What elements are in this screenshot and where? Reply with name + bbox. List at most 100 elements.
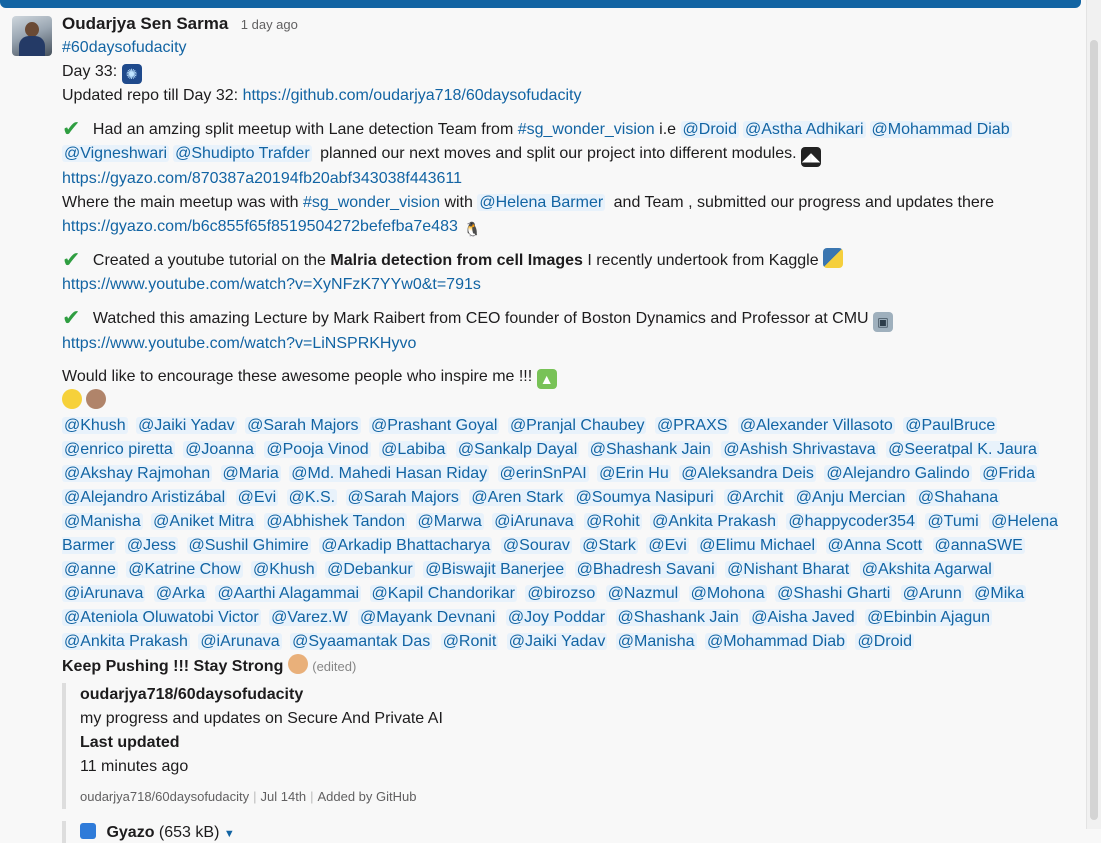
mention[interactable]: @Astha Adhikari — [743, 121, 866, 138]
mention[interactable]: @Nazmul — [605, 585, 681, 602]
mention[interactable]: @Manisha — [615, 633, 697, 650]
mention[interactable]: @Sushil Ghimire — [186, 537, 311, 554]
mention[interactable]: @Alejandro Galindo — [824, 465, 972, 482]
mention[interactable]: @Katrine Chow — [126, 561, 243, 578]
mention[interactable]: @birozso — [525, 585, 598, 602]
mention[interactable]: @Nishant Bharat — [725, 561, 852, 578]
mention[interactable]: @PRAXS — [654, 417, 730, 434]
gyazo-link-2[interactable]: https://gyazo.com/b6c855f65f8519504272be… — [62, 218, 458, 235]
mention[interactable]: @happycoder354 — [786, 513, 917, 530]
mention[interactable]: @Joanna — [183, 441, 256, 458]
mention[interactable]: @Manisha — [62, 513, 143, 530]
mention[interactable]: @Shudipto Trafder — [173, 145, 312, 162]
mention[interactable]: @Evi — [235, 489, 279, 506]
mention[interactable]: @Arunn — [900, 585, 964, 602]
mention[interactable]: @Ebinbin Ajagun — [865, 609, 993, 626]
mention[interactable]: @Pranjal Chaubey — [507, 417, 647, 434]
mention[interactable]: @annaSWE — [932, 537, 1025, 554]
mention[interactable]: @Khush — [251, 561, 317, 578]
mention[interactable]: @Sankalp Dayal — [455, 441, 580, 458]
mention[interactable]: @anne — [62, 561, 118, 578]
mention[interactable]: @Jaiki Yadav — [136, 417, 237, 434]
mention[interactable]: @Kapil Chandorikar — [369, 585, 517, 602]
mention[interactable]: @Soumya Nasipuri — [573, 489, 716, 506]
mention[interactable]: @iArunava — [62, 585, 146, 602]
mention[interactable]: @Frida — [980, 465, 1037, 482]
mention[interactable]: @Maria — [220, 465, 281, 482]
mention[interactable]: @Debankur — [325, 561, 415, 578]
mention[interactable]: @Shashank Jain — [587, 441, 713, 458]
mention[interactable]: @Prashant Goyal — [368, 417, 500, 434]
footer-date[interactable]: Jul 14th — [261, 789, 307, 804]
mention[interactable]: @Mohammad Diab — [869, 121, 1012, 138]
mention[interactable]: @Droid — [855, 633, 914, 650]
mention[interactable]: @Syaamantak Das — [290, 633, 433, 650]
mention[interactable]: @Rohit — [584, 513, 642, 530]
mention[interactable]: @Ashish Shrivastava — [721, 441, 878, 458]
mention[interactable]: @Tumi — [925, 513, 981, 530]
youtube-link-1[interactable]: https://www.youtube.com/watch?v=XyNFzK7Y… — [62, 276, 481, 293]
mention[interactable]: @Aniket Mitra — [151, 513, 256, 530]
mention[interactable]: @Ronit — [440, 633, 499, 650]
mention[interactable]: @Arkadip Bhattacharya — [319, 537, 493, 554]
mention[interactable]: @Akshita Agarwal — [859, 561, 994, 578]
mention[interactable]: @K.S. — [286, 489, 338, 506]
mention[interactable]: @Arka — [153, 585, 207, 602]
mention[interactable]: @PaulBruce — [903, 417, 998, 434]
mention[interactable]: @iArunava — [198, 633, 282, 650]
mention[interactable]: @Sarah Majors — [345, 489, 461, 506]
mention[interactable]: @Ateniola Oluwatobi Victor — [62, 609, 261, 626]
mention[interactable]: @Aleksandra Deis — [679, 465, 816, 482]
mention[interactable]: @iArunava — [492, 513, 576, 530]
mention[interactable]: @Anju Mercian — [793, 489, 908, 506]
timestamp[interactable]: 1 day ago — [241, 17, 298, 32]
footer-repo[interactable]: oudarjya718/60daysofudacity — [80, 789, 249, 804]
mention[interactable]: @Stark — [580, 537, 638, 554]
youtube-link-2[interactable]: https://www.youtube.com/watch?v=LiNSPRKH… — [62, 335, 416, 352]
mention[interactable]: @Mika — [972, 585, 1027, 602]
attachment-title[interactable]: oudarjya718/60daysofudacity — [80, 683, 1062, 707]
mention[interactable]: @Vigneshwari — [62, 145, 170, 162]
gyazo-name[interactable]: Gyazo — [106, 824, 154, 841]
mention[interactable]: @Akshay Rajmohan — [62, 465, 213, 482]
mention[interactable]: @Elimu Michael — [697, 537, 818, 554]
mention[interactable]: @Mohona — [688, 585, 767, 602]
mention[interactable]: @Abhishek Tandon — [264, 513, 408, 530]
mention[interactable]: @Seeratpal K. Jaura — [886, 441, 1039, 458]
mention[interactable]: @Ankita Prakash — [650, 513, 778, 530]
mention[interactable]: @Aarthi Alagammai — [215, 585, 362, 602]
mention[interactable]: @Biswajit Banerjee — [423, 561, 567, 578]
channel-link[interactable]: #sg_wonder_vision — [303, 194, 440, 211]
mention[interactable]: @Mohammad Diab — [704, 633, 848, 650]
mention[interactable]: @Evi — [646, 537, 689, 554]
mention[interactable]: @Mayank Devnani — [358, 609, 498, 626]
channel-link[interactable]: #sg_wonder_vision — [518, 121, 655, 138]
mention[interactable]: @enrico piretta — [62, 441, 175, 458]
hashtag-channel[interactable]: #60daysofudacity — [62, 39, 187, 56]
gyazo-link-1[interactable]: https://gyazo.com/870387a20194fb20abf343… — [62, 170, 462, 187]
mention[interactable]: @erinSnPAI — [497, 465, 589, 482]
mention[interactable]: @Pooja Vinod — [264, 441, 371, 458]
mention[interactable]: @Labiba — [379, 441, 448, 458]
mention[interactable]: @Shashank Jain — [615, 609, 741, 626]
mention[interactable]: @Jess — [124, 537, 179, 554]
author-name[interactable]: Oudarjya Sen Sarma — [62, 14, 228, 33]
mention[interactable]: @Shashi Gharti — [775, 585, 893, 602]
mention[interactable]: @Ankita Prakash — [62, 633, 190, 650]
caret-down-icon[interactable]: ▼ — [224, 828, 235, 840]
mention[interactable]: @Shahana — [915, 489, 1001, 506]
mention[interactable]: @Jaiki Yadav — [506, 633, 608, 650]
mention[interactable]: @Droid — [680, 121, 739, 138]
mention[interactable]: @Aisha Javed — [749, 609, 857, 626]
mention[interactable]: @Erin Hu — [597, 465, 671, 482]
mention[interactable]: @Md. Mahedi Hasan Riday — [289, 465, 490, 482]
repo-link[interactable]: https://github.com/oudarjya718/60daysofu… — [243, 87, 582, 104]
mention[interactable]: @Helena Barmer — [477, 194, 606, 211]
mention[interactable]: @Marwa — [415, 513, 484, 530]
mention[interactable]: @Joy Poddar — [505, 609, 608, 626]
mention[interactable]: @Alexander Villasoto — [737, 417, 895, 434]
mention[interactable]: @Varez.W — [269, 609, 350, 626]
scrollbar[interactable] — [1086, 0, 1101, 829]
mention[interactable]: @Bhadresh Savani — [574, 561, 717, 578]
avatar[interactable] — [12, 16, 52, 56]
